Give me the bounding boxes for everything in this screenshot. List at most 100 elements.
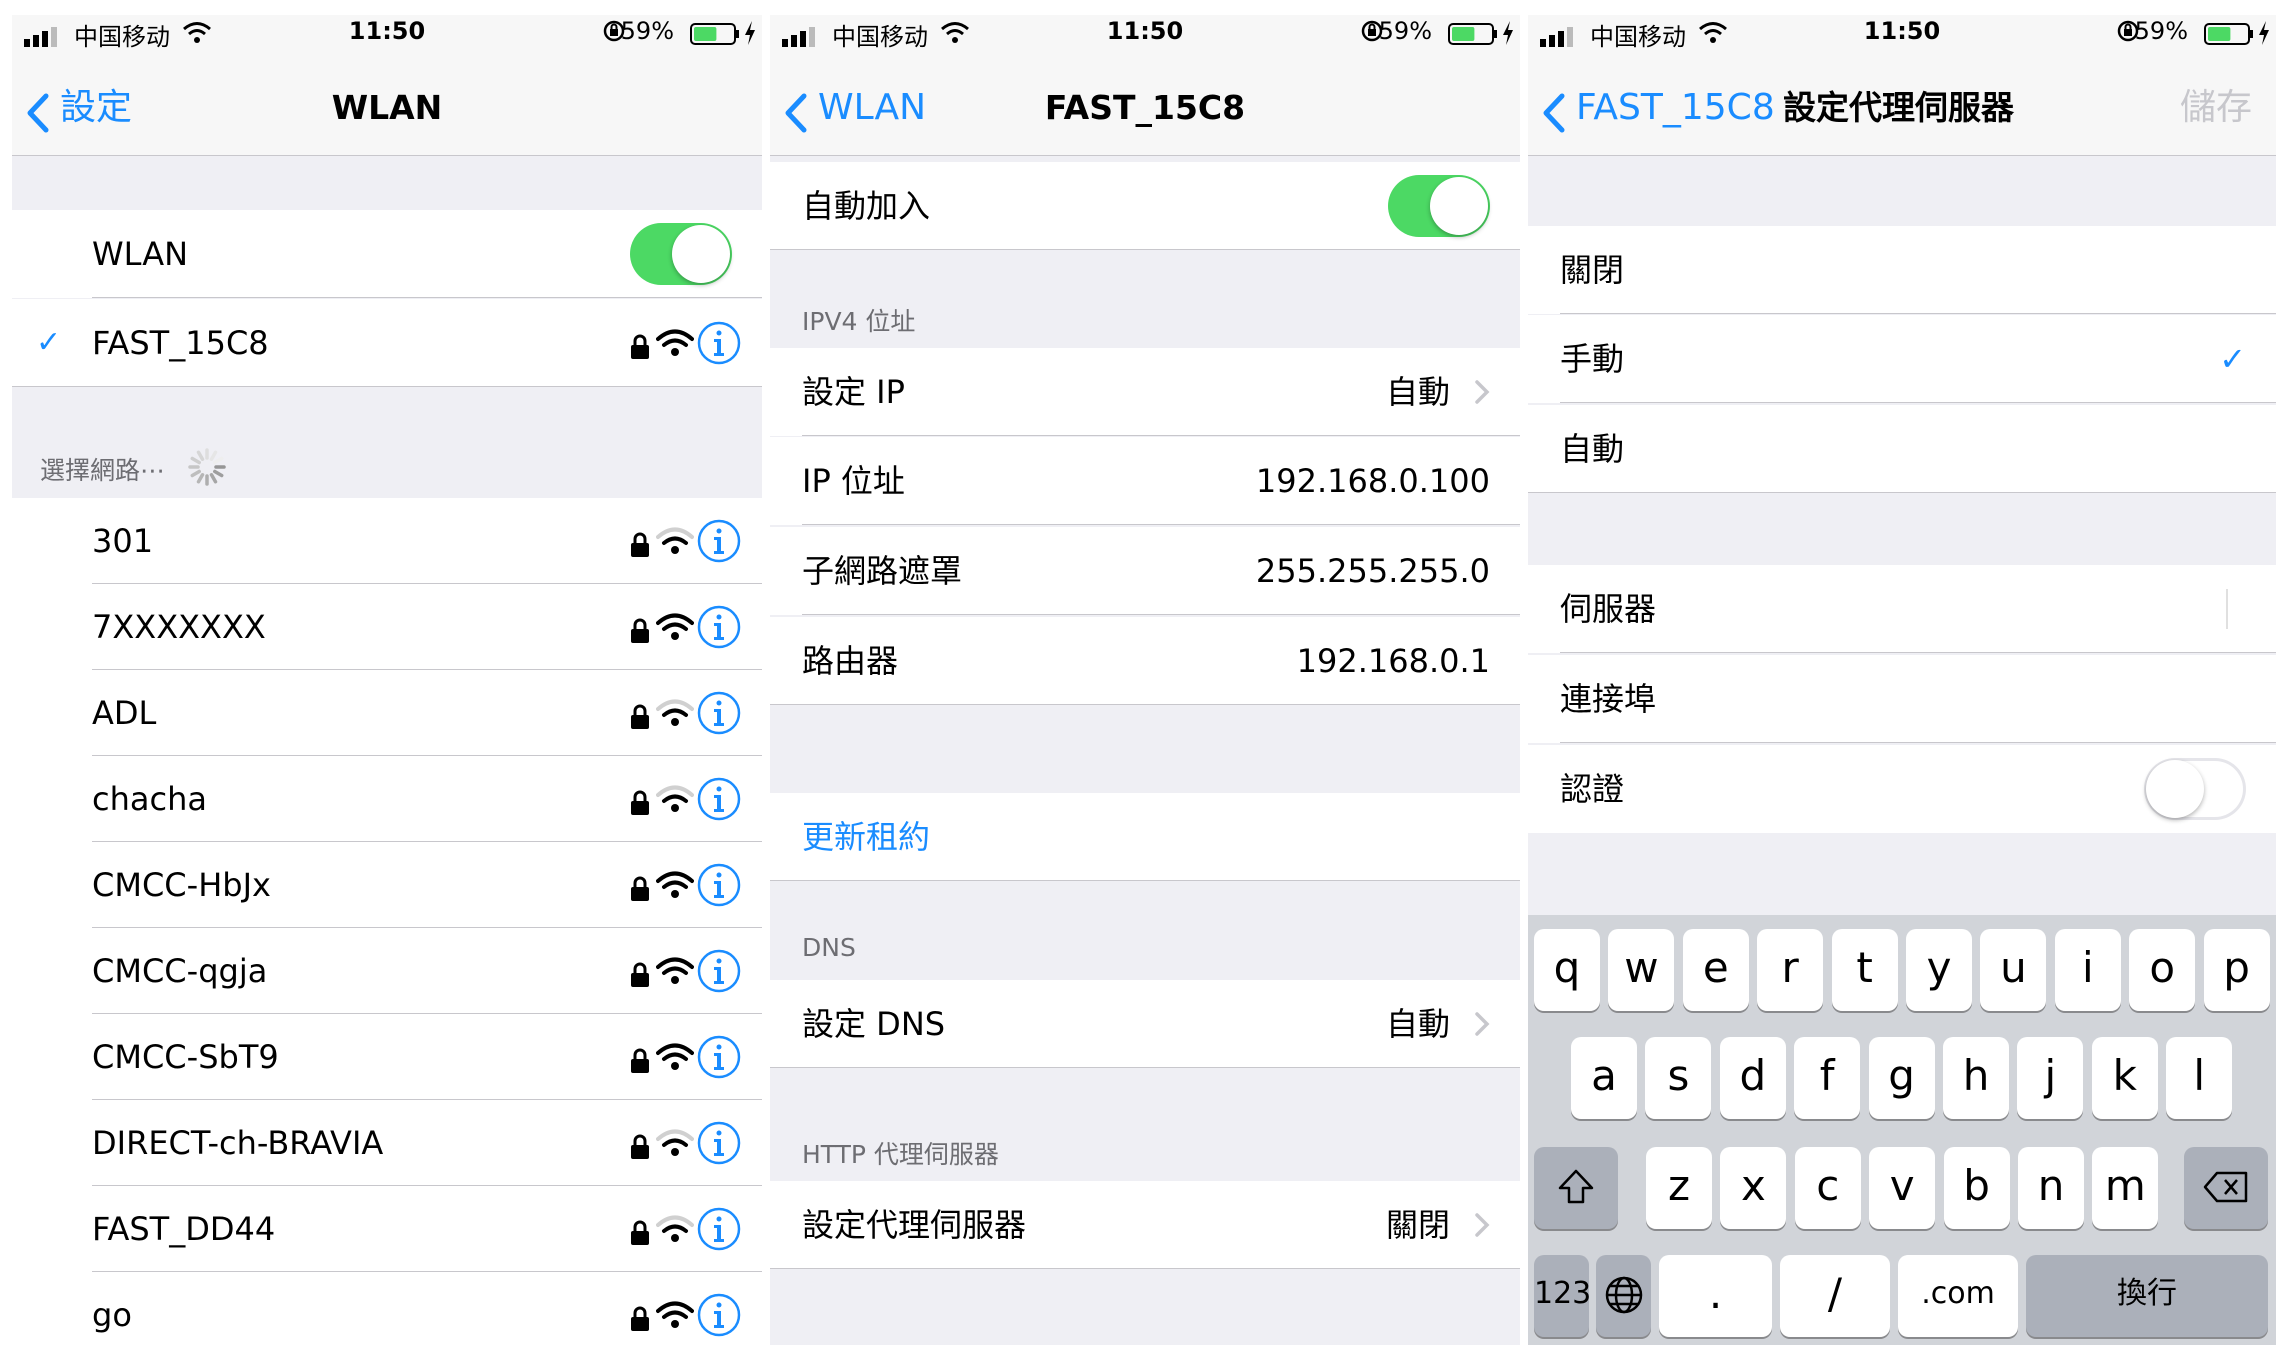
numbers-key[interactable]: 123 <box>1534 1255 1591 1337</box>
network-row[interactable]: 7XXXXXXX <box>12 584 762 670</box>
ip-address-value: 192.168.0.100 <box>1255 462 1490 500</box>
globe-key[interactable] <box>1596 1255 1651 1337</box>
key-e[interactable]: e <box>1682 929 1749 1011</box>
info-icon[interactable] <box>696 690 742 736</box>
key-r[interactable]: r <box>1757 929 1824 1011</box>
router-label: 路由器 <box>802 642 899 680</box>
key-m[interactable]: m <box>2092 1147 2159 1229</box>
info-icon[interactable] <box>696 776 742 822</box>
proxy-option-auto[interactable]: 自動 <box>1528 405 2276 493</box>
key-o[interactable]: o <box>2129 929 2196 1011</box>
info-icon[interactable] <box>696 320 742 366</box>
status-bar: 中国移动 11:50 59% <box>770 15 1520 65</box>
return-key[interactable]: 換行 <box>2026 1255 2268 1337</box>
back-button[interactable]: FAST_15C8 <box>1542 83 1775 133</box>
network-row[interactable]: go <box>12 1272 762 1345</box>
key-x[interactable]: x <box>1720 1147 1787 1229</box>
auto-join-switch[interactable] <box>1388 175 1490 237</box>
info-icon[interactable] <box>696 1292 742 1338</box>
info-icon[interactable] <box>696 1120 742 1166</box>
router-value: 192.168.0.1 <box>1296 642 1490 680</box>
connected-network-row[interactable]: ✓ FAST_15C8 <box>12 299 762 387</box>
network-row[interactable]: FAST_DD44 <box>12 1186 762 1272</box>
network-row[interactable]: CMCC-SbT9 <box>12 1014 762 1100</box>
key-q[interactable]: q <box>1534 929 1600 1011</box>
network-row[interactable]: ADL <box>12 670 762 756</box>
save-button[interactable]: 儲存 <box>2180 83 2252 133</box>
nav-bar: 設定 WLAN <box>12 65 762 156</box>
lock-icon <box>630 872 650 901</box>
lock-icon <box>630 958 650 987</box>
key-c[interactable]: c <box>1794 1147 1861 1229</box>
network-row[interactable]: chacha <box>12 756 762 842</box>
network-row[interactable]: CMCC-HbJx <box>12 842 762 928</box>
network-row[interactable]: DIRECT-ch-BRAVIA <box>12 1100 762 1186</box>
battery-percent: 59% <box>620 17 674 45</box>
key-b[interactable]: b <box>1943 1147 2010 1229</box>
info-icon[interactable] <box>696 948 742 994</box>
wlan-switch[interactable] <box>630 223 732 285</box>
info-icon[interactable] <box>696 862 742 908</box>
key-i[interactable]: i <box>2054 929 2121 1011</box>
lock-icon <box>630 528 650 557</box>
key-p[interactable]: p <box>2203 929 2270 1011</box>
info-icon[interactable] <box>696 1034 742 1080</box>
page-title: WLAN <box>331 88 443 127</box>
key-n[interactable]: n <box>2018 1147 2084 1229</box>
key-g[interactable]: g <box>1868 1037 1935 1119</box>
configure-dns-row[interactable]: 設定 DNS 自動 <box>770 980 1520 1068</box>
key-a[interactable]: a <box>1571 1037 1637 1119</box>
renew-lease-button[interactable]: 更新租約 <box>802 793 930 881</box>
chevron-left-icon <box>1543 93 1565 133</box>
wifi-signal-icon <box>656 612 694 642</box>
key-w[interactable]: w <box>1608 929 1675 1011</box>
subnet-mask-row: 子網路遮罩 255.255.255.0 <box>770 527 1520 615</box>
proxy-option-off[interactable]: 關閉 <box>1528 226 2276 314</box>
authentication-row: 認證 <box>1528 745 2276 833</box>
network-name: go <box>92 1296 132 1334</box>
authentication-switch[interactable] <box>2144 758 2246 820</box>
key-s[interactable]: s <box>1645 1037 1712 1119</box>
info-icon[interactable] <box>696 1206 742 1252</box>
renew-lease-row[interactable]: 更新租約 <box>770 793 1520 881</box>
key-l[interactable]: l <box>2166 1037 2233 1119</box>
proxy-option-manual[interactable]: 手動 ✓ <box>1528 315 2276 403</box>
http-proxy-header: HTTP 代理伺服器 <box>802 1140 999 1169</box>
network-name: ADL <box>92 694 157 732</box>
slash-key[interactable]: / <box>1780 1255 1890 1337</box>
delete-key[interactable] <box>2184 1147 2268 1229</box>
server-row[interactable]: 伺服器 <box>1528 565 2276 653</box>
lock-icon <box>630 786 650 815</box>
configure-proxy-value: 關閉 <box>1385 1206 1450 1244</box>
router-row: 路由器 192.168.0.1 <box>770 617 1520 705</box>
battery-icon <box>2204 23 2253 45</box>
period-key[interactable]: . <box>1659 1255 1772 1337</box>
ipv4-header: IPV4 位址 <box>802 307 916 336</box>
shift-arrow-icon <box>1558 1169 1594 1204</box>
network-row[interactable]: 301 <box>12 498 762 584</box>
dotcom-key[interactable]: .com <box>1898 1255 2018 1337</box>
dns-header: DNS <box>802 933 856 962</box>
info-icon[interactable] <box>696 518 742 564</box>
choose-network-header: 選擇網路⋯ <box>40 456 166 485</box>
shift-key[interactable] <box>1534 1147 1618 1229</box>
key-y[interactable]: y <box>1906 929 1972 1011</box>
key-u[interactable]: u <box>1980 929 2047 1011</box>
configure-proxy-row[interactable]: 設定代理伺服器 關閉 <box>770 1181 1520 1269</box>
key-f[interactable]: f <box>1794 1037 1861 1119</box>
wifi-signal-icon <box>656 1128 694 1158</box>
configure-ip-row[interactable]: 設定 IP 自動 <box>770 348 1520 436</box>
key-k[interactable]: k <box>2091 1037 2158 1119</box>
key-v[interactable]: v <box>1869 1147 1936 1229</box>
page-title: FAST_15C8 <box>1044 88 1246 127</box>
network-row[interactable]: CMCC-qgja <box>12 928 762 1014</box>
chevron-right-icon <box>1475 1012 1490 1036</box>
charging-icon <box>2259 21 2269 45</box>
key-z[interactable]: z <box>1646 1147 1712 1229</box>
key-h[interactable]: h <box>1943 1037 2009 1119</box>
info-icon[interactable] <box>696 604 742 650</box>
port-row[interactable]: 連接埠 <box>1528 655 2276 743</box>
key-d[interactable]: d <box>1719 1037 1786 1119</box>
key-j[interactable]: j <box>2017 1037 2084 1119</box>
key-t[interactable]: t <box>1831 929 1898 1011</box>
